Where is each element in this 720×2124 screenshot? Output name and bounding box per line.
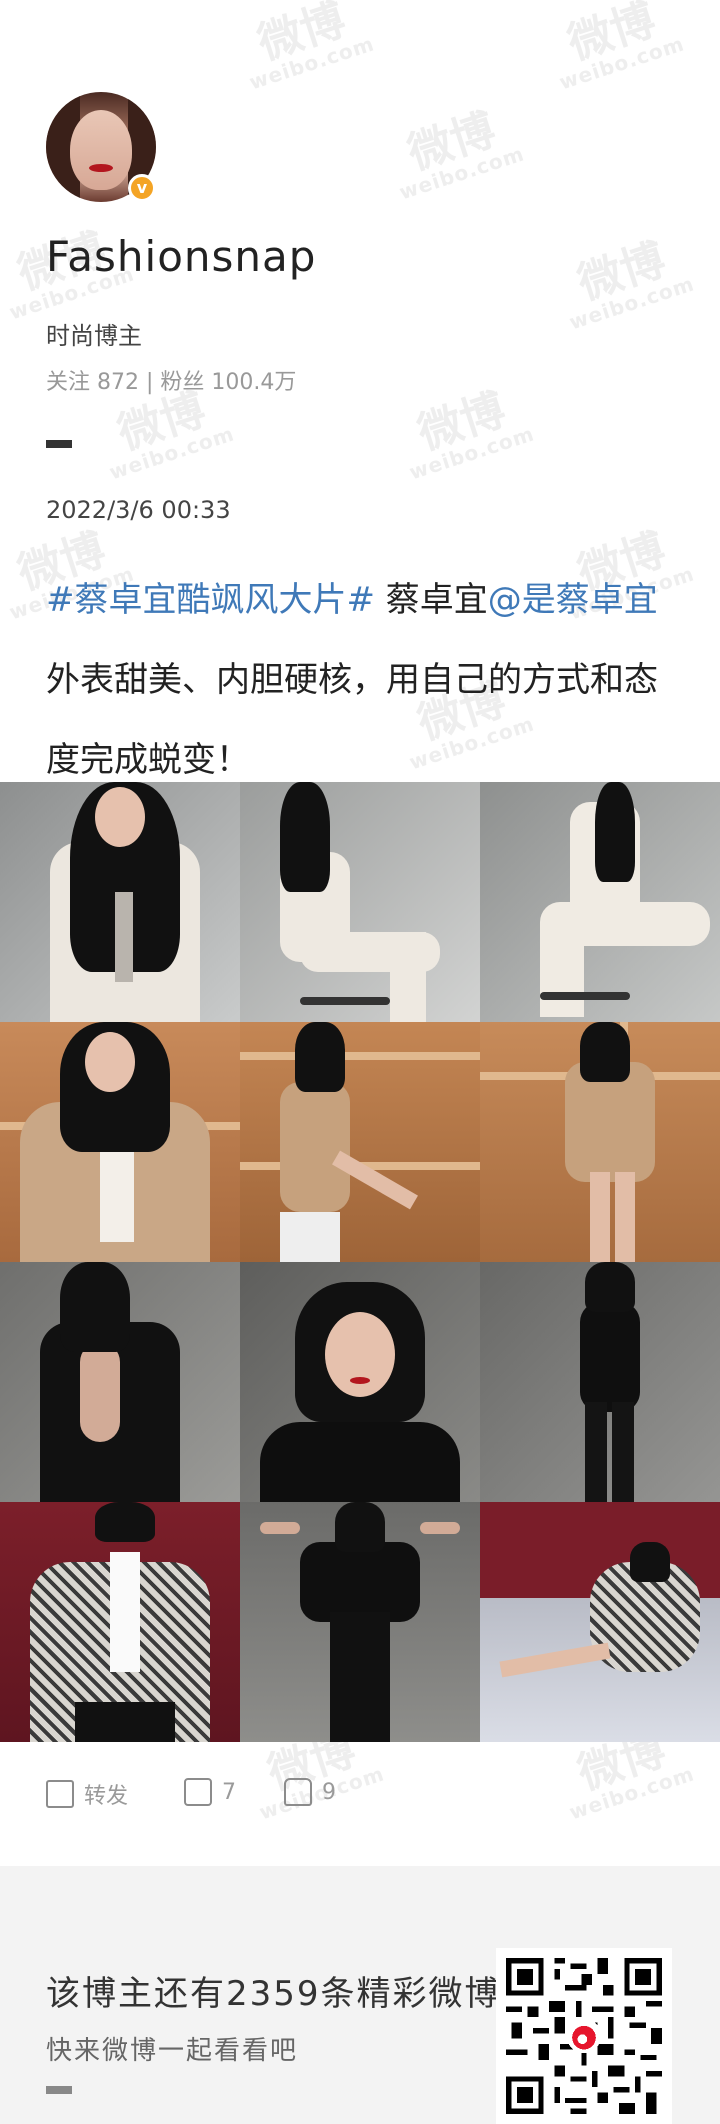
photo[interactable] bbox=[240, 1502, 480, 1742]
photo[interactable] bbox=[240, 1022, 480, 1262]
divider-dash bbox=[46, 2086, 72, 2094]
photo[interactable] bbox=[480, 1502, 720, 1742]
photo[interactable] bbox=[0, 1262, 240, 1502]
like-button[interactable]: 9 bbox=[284, 1778, 336, 1806]
photo[interactable] bbox=[480, 782, 720, 1022]
post-text-segment: 蔡卓宜 bbox=[374, 580, 488, 620]
profile-role: 时尚博主 bbox=[46, 322, 142, 350]
verified-badge-icon: v bbox=[128, 174, 156, 202]
photo[interactable] bbox=[0, 1502, 240, 1742]
photo[interactable] bbox=[480, 1022, 720, 1262]
share-icon bbox=[46, 1780, 74, 1808]
action-bar: 转发 7 9 bbox=[46, 1778, 686, 1828]
footer-promo: 该博主还有2359条精彩微博 快来微博一起看看吧 bbox=[0, 1866, 720, 2124]
like-count: 9 bbox=[322, 1779, 336, 1805]
photo[interactable] bbox=[240, 782, 480, 1022]
avatar-lips bbox=[89, 164, 113, 172]
profile-name[interactable]: Fashionsnap bbox=[46, 232, 316, 281]
post-date: 2022/3/6 00:33 bbox=[46, 496, 231, 524]
repost-button[interactable]: 转发 bbox=[46, 1778, 128, 1810]
photo[interactable] bbox=[0, 1022, 240, 1262]
qr-code[interactable] bbox=[496, 1948, 672, 2124]
comment-button[interactable]: 7 bbox=[184, 1778, 236, 1806]
divider-dash bbox=[46, 440, 72, 448]
photo[interactable] bbox=[480, 1262, 720, 1502]
footer-subtitle: 快来微博一起看看吧 bbox=[46, 2036, 299, 2066]
repost-label: 转发 bbox=[84, 1784, 129, 1809]
post-text-segment: 外表甜美、内胆硬核，用自己的方式和态度完成蜕变！ bbox=[46, 660, 658, 780]
mention-link[interactable]: @是蔡卓宜 bbox=[488, 580, 658, 620]
hashtag-link[interactable]: #蔡卓宜酷飒风大片# bbox=[46, 580, 375, 620]
comment-count: 7 bbox=[222, 1779, 236, 1805]
comment-icon bbox=[184, 1778, 212, 1806]
post-text: #蔡卓宜酷飒风大片# 蔡卓宜@是蔡卓宜外表甜美、内胆硬核，用自己的方式和态度完成… bbox=[46, 560, 676, 800]
qr-code-graphic bbox=[506, 1958, 662, 2114]
photo[interactable] bbox=[0, 782, 240, 1022]
photo-grid bbox=[0, 782, 720, 1742]
footer-title: 该博主还有2359条精彩微博 bbox=[46, 1974, 501, 2014]
avatar-face bbox=[70, 110, 132, 190]
profile-stats: 关注 872 | 粉丝 100.4万 bbox=[46, 370, 297, 395]
thumbs-up-icon bbox=[284, 1778, 312, 1806]
photo[interactable] bbox=[240, 1262, 480, 1502]
